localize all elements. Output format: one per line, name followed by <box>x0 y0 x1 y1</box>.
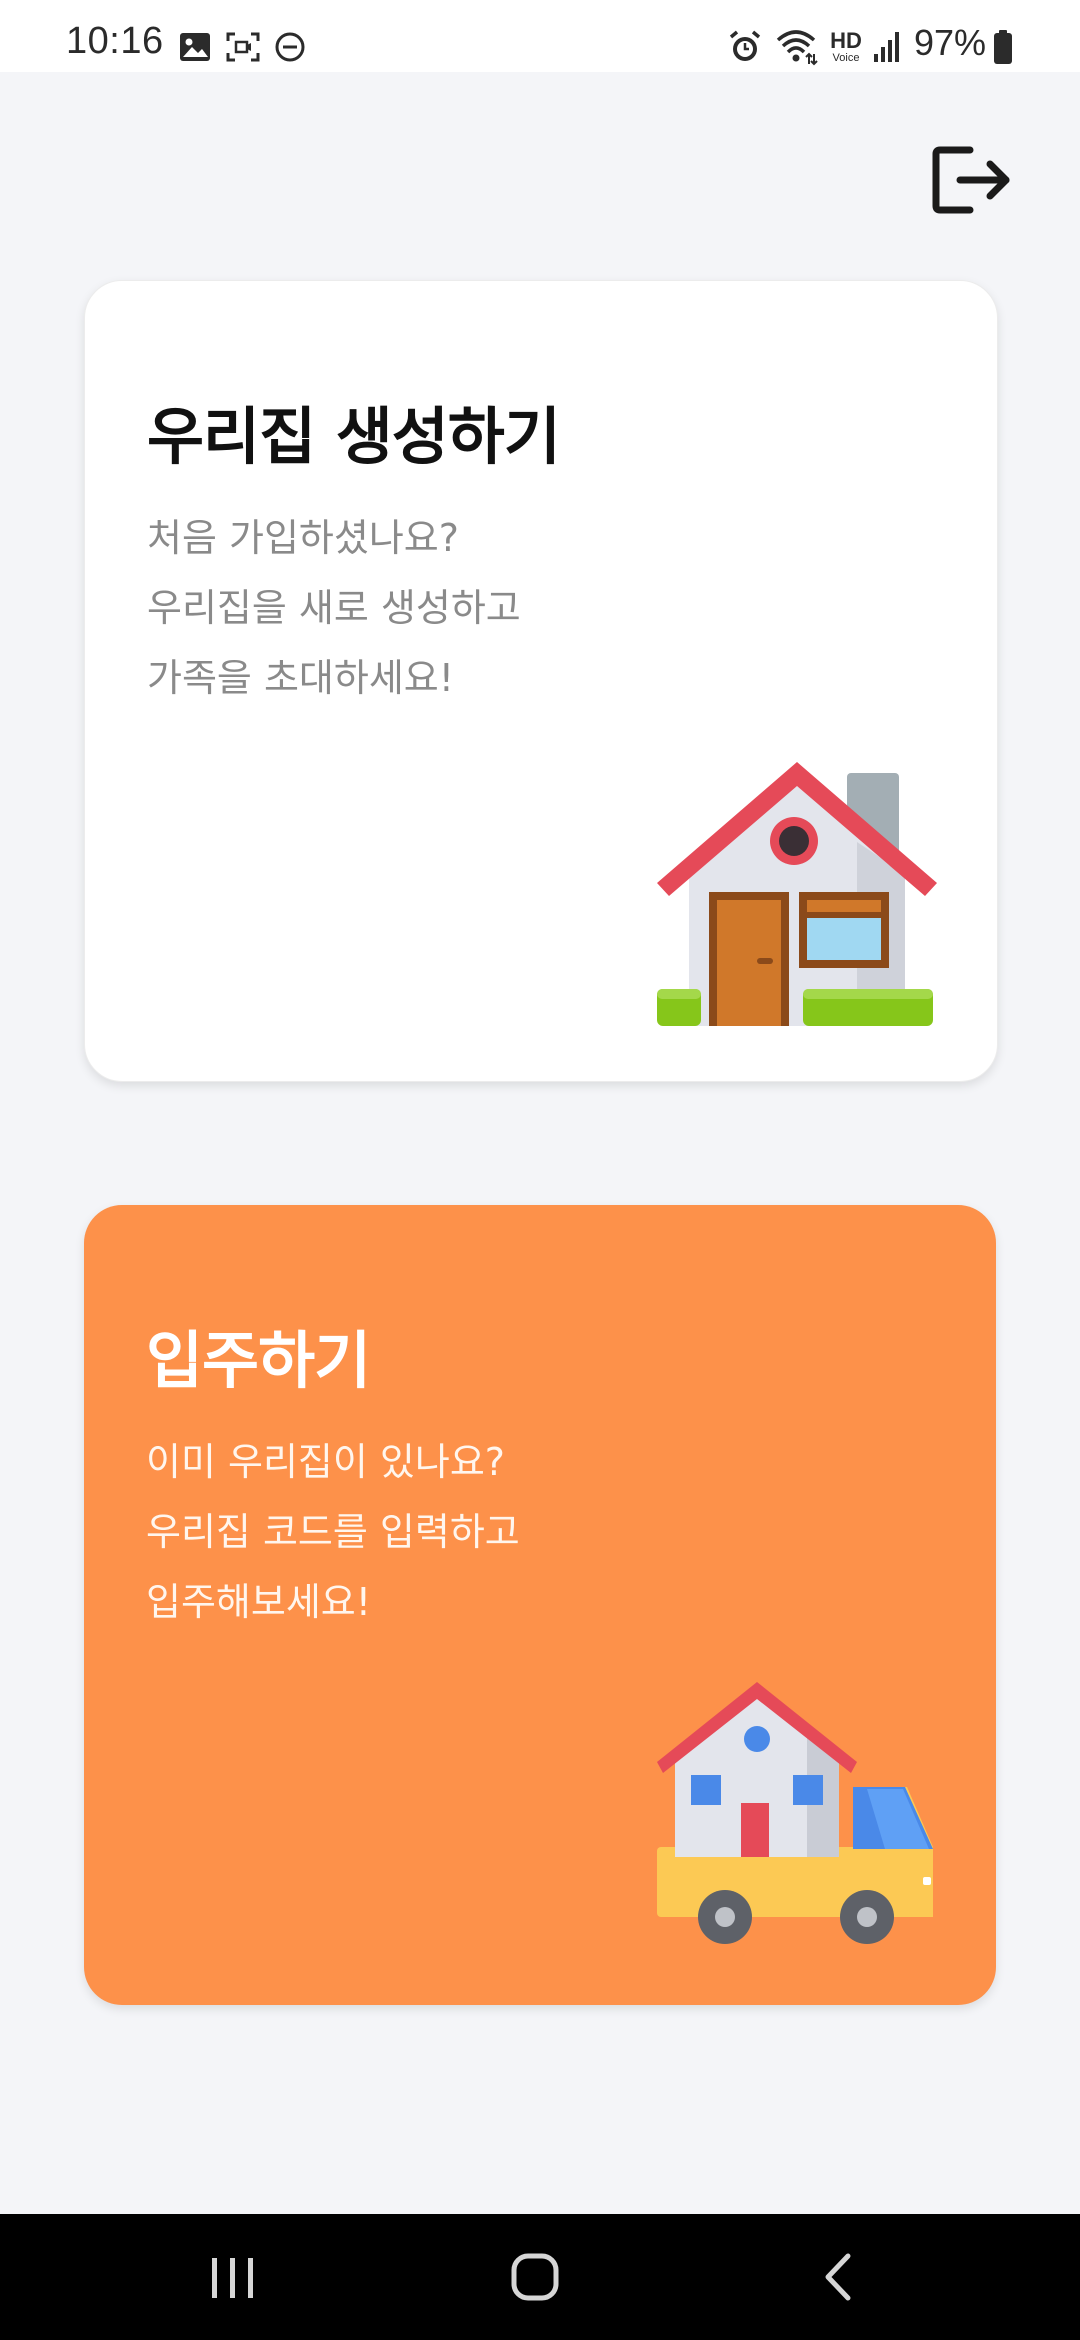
join-home-desc-line-3: 입주해보세요! <box>146 1580 371 1624</box>
signal-icon <box>874 32 899 62</box>
home-icon <box>511 2253 559 2301</box>
logout-icon <box>932 146 1010 214</box>
wifi-icon <box>776 30 818 66</box>
image-icon <box>180 33 210 61</box>
create-home-desc-line-1: 처음 가입하셨나요? <box>147 516 459 560</box>
status-bar: 10:16 HD Voice 97% <box>0 0 1080 72</box>
join-home-title: 입주하기 <box>146 1324 371 1397</box>
create-home-description: 처음 가입하셨나요? 우리집을 새로 생성하고 가족을 초대하세요! <box>147 503 521 713</box>
back-icon <box>825 2253 851 2301</box>
battery-icon <box>994 30 1012 64</box>
voice-label: Voice <box>832 52 860 64</box>
back-button[interactable] <box>790 2242 890 2312</box>
create-home-title: 우리집 생성하기 <box>147 400 561 473</box>
join-home-description: 이미 우리집이 있나요? 우리집 코드를 입력하고 입주해보세요! <box>146 1427 520 1637</box>
join-home-desc-line-2: 우리집 코드를 입력하고 <box>146 1510 520 1554</box>
screen-capture-icon <box>226 32 260 62</box>
moving-truck-icon <box>657 1682 933 1944</box>
battery-percentage: 97% <box>914 22 987 63</box>
status-time: 10:16 <box>66 20 164 62</box>
recent-apps-icon <box>212 2258 253 2298</box>
house-icon <box>657 762 937 1026</box>
create-home-desc-line-3: 가족을 초대하세요! <box>147 656 454 700</box>
recent-apps-button[interactable] <box>182 2242 282 2312</box>
hd-voice-icon: HD Voice <box>826 30 866 66</box>
create-home-card[interactable]: 우리집 생성하기 처음 가입하셨나요? 우리집을 새로 생성하고 가족을 초대하… <box>84 280 998 1082</box>
join-home-card[interactable]: 입주하기 이미 우리집이 있나요? 우리집 코드를 입력하고 입주해보세요! <box>84 1205 996 2005</box>
create-home-desc-line-2: 우리집을 새로 생성하고 <box>147 586 521 630</box>
hd-label: HD <box>830 28 862 53</box>
home-button[interactable] <box>485 2242 585 2312</box>
logout-button[interactable] <box>930 140 1014 220</box>
navigation-bar <box>0 2214 1080 2340</box>
do-not-disturb-icon <box>275 32 305 62</box>
join-home-desc-line-1: 이미 우리집이 있나요? <box>146 1440 505 1484</box>
alarm-icon <box>729 30 761 61</box>
